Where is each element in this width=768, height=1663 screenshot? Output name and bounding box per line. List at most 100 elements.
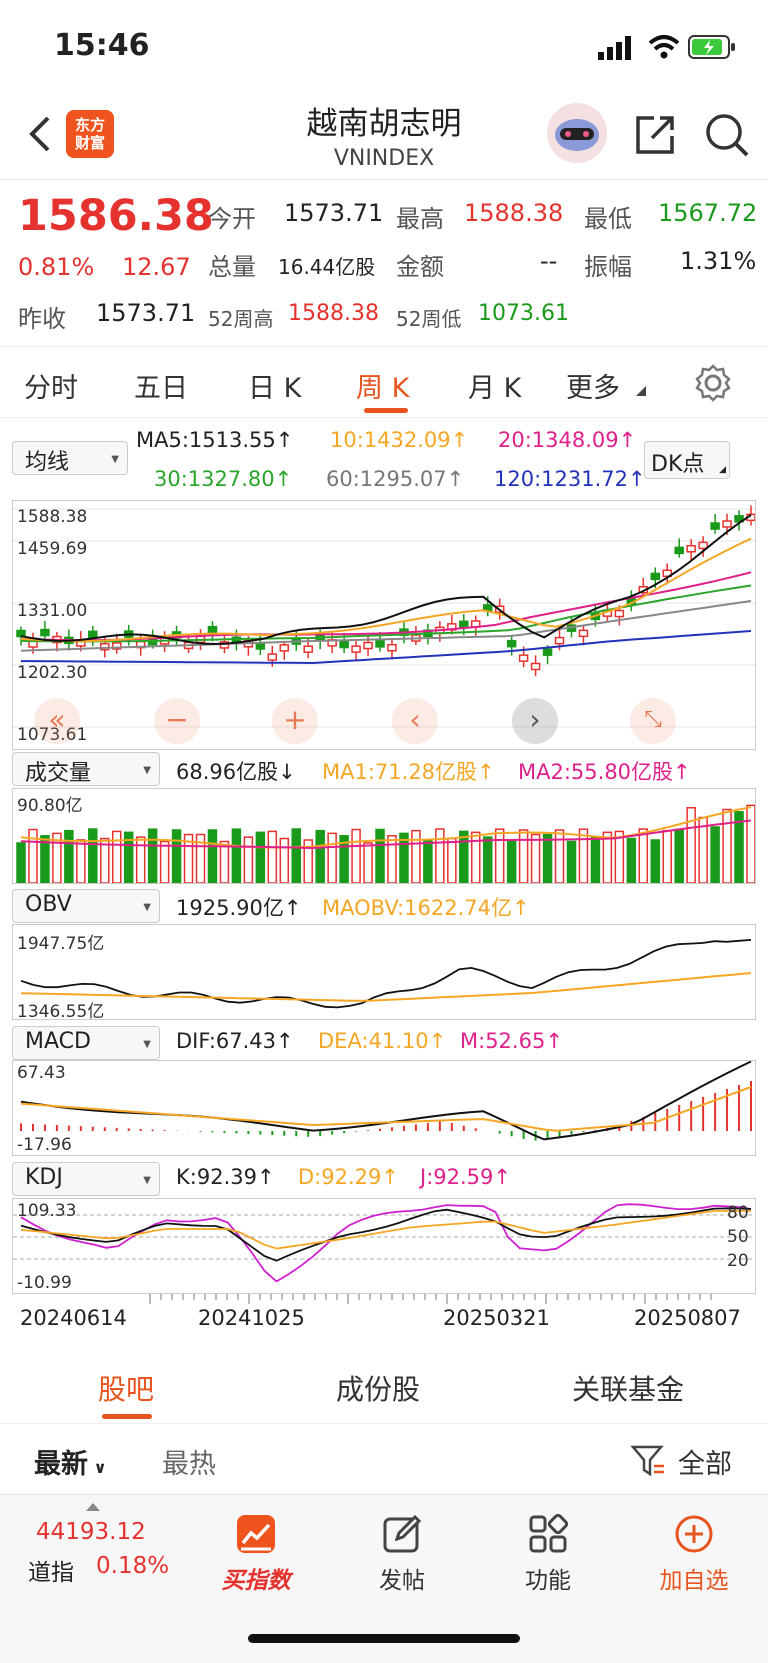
- kdj-selector[interactable]: KDJ ▼: [12, 1162, 160, 1196]
- filter-icon[interactable]: [630, 1444, 666, 1478]
- obv-y-label: 1947.75亿: [17, 934, 105, 954]
- macd-y-label: -17.96: [17, 1135, 72, 1155]
- macd-chart-panel[interactable]: 67.43 -17.96: [12, 1060, 756, 1156]
- volume-selector[interactable]: 成交量 ▼: [12, 752, 160, 786]
- high-label: 最高: [396, 205, 444, 233]
- candle-body: [698, 541, 708, 550]
- candle-body: [506, 639, 517, 648]
- maobv-line: [20, 972, 752, 1002]
- macd-selector[interactable]: MACD ▼: [12, 1026, 160, 1060]
- candle-body: [530, 662, 541, 671]
- volume-bar: [566, 840, 577, 883]
- ma-selector[interactable]: 均线 ▼: [12, 441, 128, 475]
- volume-bar: [279, 837, 290, 883]
- add-watchlist-button[interactable]: 加自选: [634, 1513, 754, 1595]
- robot-assistant-icon[interactable]: [546, 102, 608, 164]
- w52-low-value: 1073.61: [478, 301, 569, 326]
- change-pct: 0.81%: [18, 253, 95, 281]
- x-axis-label: 20250321: [443, 1306, 550, 1330]
- volume-bar: [423, 839, 433, 883]
- x-axis-label: 20250807: [634, 1306, 741, 1330]
- volume-bar: [16, 842, 26, 883]
- volume-bar: [231, 828, 242, 883]
- share-icon[interactable]: [632, 112, 676, 156]
- candle-body: [554, 636, 565, 645]
- tab-five-day[interactable]: 五日: [134, 366, 188, 405]
- volume-bar: [662, 829, 672, 883]
- volume-bar: [459, 830, 469, 883]
- obv-legend: 1925.90亿↑: [176, 896, 302, 920]
- kline-y-label: 1202.30: [17, 663, 88, 683]
- post-button[interactable]: 发帖: [342, 1513, 462, 1595]
- filter-all[interactable]: 全部: [678, 1442, 732, 1481]
- volume-bar: [482, 836, 493, 883]
- candle-body: [542, 648, 553, 656]
- status-bar: 15:46: [0, 0, 768, 90]
- tab-forum[interactable]: 股吧: [98, 1368, 154, 1408]
- obv-line: [20, 939, 752, 1009]
- volume-bar: [411, 829, 421, 883]
- obv-selector[interactable]: OBV ▼: [12, 889, 160, 923]
- x-axis-label: 20241025: [198, 1306, 305, 1330]
- tab-related-funds[interactable]: 关联基金: [572, 1368, 684, 1408]
- candle-body: [614, 609, 625, 618]
- candle-body: [363, 641, 373, 650]
- candle-body: [710, 522, 720, 530]
- ma120-legend: 120:1231.72↑: [494, 467, 646, 491]
- w52-low-label: 52周低: [396, 307, 462, 331]
- tab-weekly-k[interactable]: 周 K: [356, 366, 409, 405]
- tab-monthly-k[interactable]: 月 K: [468, 366, 521, 405]
- dk-point-button[interactable]: DK点 ◢: [644, 441, 730, 479]
- volume-bar: [494, 828, 505, 883]
- volume-bar: [650, 839, 661, 883]
- low-value: 1567.72: [658, 199, 758, 227]
- tab-intraday[interactable]: 分时: [24, 366, 78, 405]
- settings-icon[interactable]: [694, 364, 732, 402]
- kdj-chart-panel[interactable]: 109.33 -10.99 80 50 20: [12, 1198, 756, 1294]
- tab-forum-indicator: [102, 1414, 152, 1419]
- footer-index-value[interactable]: 44193.12: [36, 1519, 146, 1545]
- tab-more[interactable]: 更多: [566, 366, 620, 405]
- sort-bar: 最新 ∨ 最热 全部: [0, 1424, 768, 1494]
- open-label: 今开: [208, 205, 256, 233]
- scroll-left-fast-button[interactable]: «: [34, 698, 80, 744]
- volume-bar: [686, 807, 696, 883]
- buy-index-button[interactable]: 买指数: [196, 1513, 316, 1595]
- period-tabs: 分时 五日 日 K 周 K 月 K 更多: [0, 348, 768, 418]
- battery-icon: [688, 35, 735, 59]
- zoom-out-button[interactable]: −: [154, 698, 200, 744]
- macd-y-label: 67.43: [17, 1063, 66, 1083]
- zoom-in-button[interactable]: +: [272, 698, 318, 744]
- search-icon[interactable]: [704, 112, 750, 158]
- macd-dea-legend: DEA:41.10↑: [318, 1029, 447, 1053]
- candle-body: [303, 645, 313, 653]
- sort-latest[interactable]: 最新 ∨: [34, 1442, 107, 1481]
- candle-body: [255, 642, 266, 650]
- footer-index-pct[interactable]: 0.18%: [96, 1553, 169, 1579]
- scroll-left-button[interactable]: ‹: [392, 698, 438, 744]
- macd-m-legend: M:52.65↑: [460, 1029, 563, 1053]
- prev-close-value: 1573.71: [96, 299, 196, 327]
- kline-y-label: 1459.69: [17, 539, 88, 559]
- tab-active-indicator: [364, 408, 408, 413]
- fullscreen-button[interactable]: ⤡: [630, 698, 676, 744]
- volume-bar: [315, 829, 325, 883]
- volume-bar: [638, 828, 649, 883]
- open-value: 1573.71: [284, 199, 384, 227]
- volume-bar: [76, 839, 86, 883]
- tab-constituents[interactable]: 成份股: [336, 1368, 420, 1408]
- functions-button[interactable]: 功能: [488, 1513, 608, 1595]
- signal-icon: [598, 36, 631, 60]
- sort-hot[interactable]: 最热: [162, 1442, 216, 1481]
- volume-bar: [722, 808, 732, 883]
- obv-chart-panel[interactable]: 1947.75亿 1346.55亿: [12, 924, 756, 1022]
- volume-chart-panel[interactable]: 90.80亿: [12, 788, 756, 884]
- candle-body: [459, 620, 469, 629]
- clock: 15:46: [54, 28, 150, 63]
- volume-bar: [602, 831, 613, 883]
- footer-index-name[interactable]: 道指: [28, 1553, 74, 1587]
- scroll-right-button[interactable]: ›: [512, 698, 558, 744]
- volume-bar: [518, 829, 529, 883]
- tab-daily-k[interactable]: 日 K: [248, 366, 301, 405]
- volume-bar: [291, 828, 301, 883]
